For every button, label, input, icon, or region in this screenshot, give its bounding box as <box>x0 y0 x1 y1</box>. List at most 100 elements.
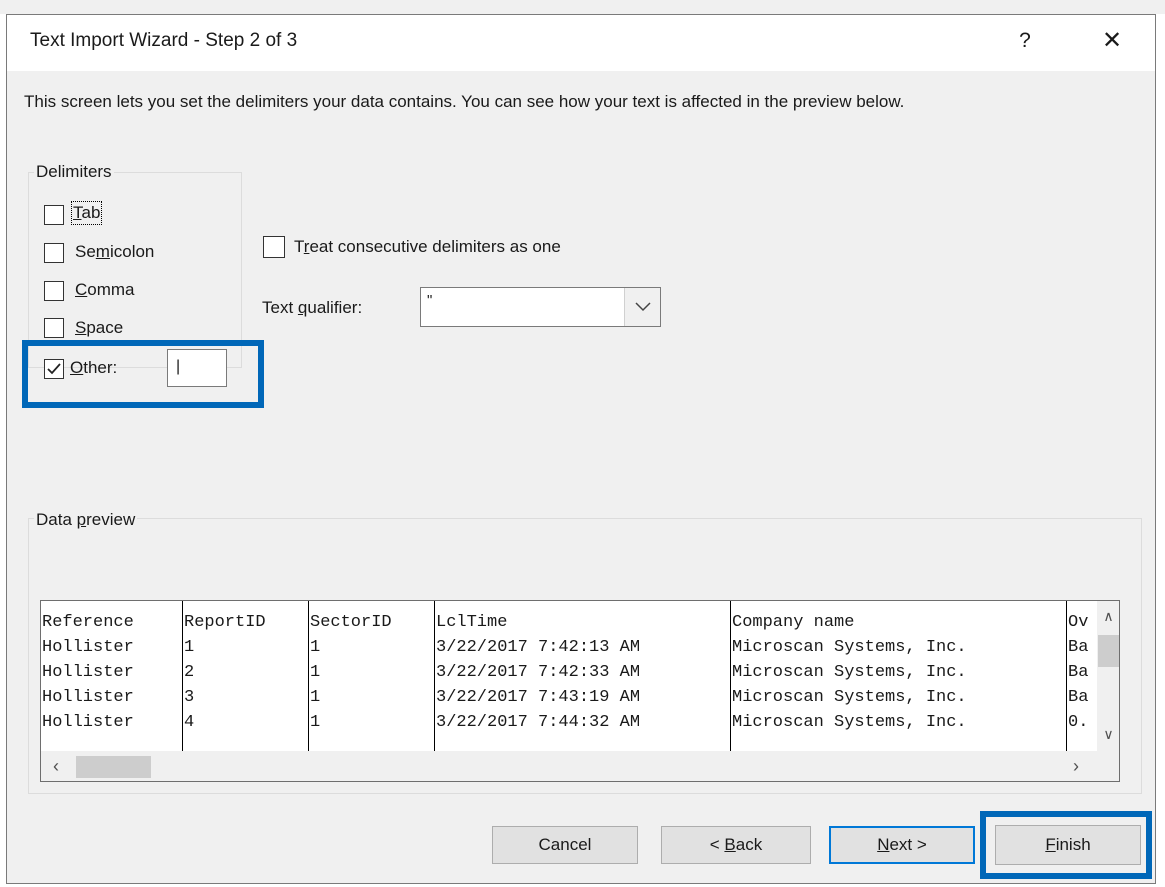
preview-row: Hollister 3 1 3/22/2017 7:43:19 AM Micro… <box>41 686 1088 709</box>
preview-cell: Microscan Systems, Inc. <box>732 638 967 657</box>
label-accesskey: F <box>1045 835 1056 854</box>
preview-cell: 3 <box>184 688 195 707</box>
label-part: eat consecutive delimiters as one <box>309 237 561 256</box>
text-qualifier-label: Text qualifier: <box>262 298 362 318</box>
delimiters-group-label: Delimiters <box>34 162 114 182</box>
scroll-right-arrow-icon[interactable]: › <box>1065 755 1087 777</box>
label-accesskey: O <box>70 358 84 377</box>
preview-header-cell: ReportID <box>184 613 266 632</box>
data-preview-group-label: Data preview <box>34 510 138 530</box>
label-part: icolon <box>109 242 155 261</box>
scroll-left-arrow-icon[interactable]: ‹ <box>45 755 67 777</box>
next-button[interactable]: Next > <box>829 826 975 864</box>
window-title: Text Import Wizard - Step 2 of 3 <box>30 30 298 51</box>
other-checkbox-label[interactable]: Other: <box>70 358 117 378</box>
label-part: ext > <box>889 835 927 854</box>
text-qualifier-select[interactable]: " <box>420 287 661 327</box>
comma-checkbox-label[interactable]: Comma <box>75 280 135 300</box>
help-button[interactable]: ? <box>1010 24 1040 58</box>
label-part: ab <box>81 203 101 222</box>
text-qualifier-dropdown-button[interactable] <box>624 288 660 326</box>
back-button[interactable]: < Back <box>661 826 811 864</box>
label-part: < <box>709 835 725 854</box>
label-part: pace <box>86 318 124 337</box>
label-accesskey: q <box>297 298 308 317</box>
preview-header-cell: Company name <box>732 613 855 632</box>
preview-row: Hollister 4 1 3/22/2017 7:44:32 AM Micro… <box>41 711 1088 734</box>
preview-cell: 0. <box>1068 713 1089 732</box>
tab-checkbox-label[interactable]: Tab <box>70 201 103 225</box>
cancel-button[interactable]: Cancel <box>492 826 638 864</box>
tab-checkbox[interactable] <box>44 205 64 225</box>
preview-cell: 3/22/2017 7:44:32 AM <box>436 713 641 732</box>
preview-cell: 4 <box>184 713 195 732</box>
label-accesskey: S <box>75 318 87 337</box>
close-icon[interactable]: ✕ <box>1102 27 1122 54</box>
label-part: Text <box>262 298 298 317</box>
space-checkbox-label[interactable]: Space <box>75 318 123 338</box>
label-accesskey: m <box>95 242 110 261</box>
label-part: ther: <box>83 358 118 377</box>
label-part: ualifier: <box>307 298 363 317</box>
preview-header-row: Reference ReportID SectorID LclTime Comp… <box>41 611 1088 634</box>
preview-cell: 3/22/2017 7:42:13 AM <box>436 638 641 657</box>
preview-cell: 1 <box>184 638 195 657</box>
preview-header-cell: Reference <box>42 613 134 632</box>
preview-cell: Ba <box>1068 663 1089 682</box>
label-accesskey: N <box>877 835 890 854</box>
preview-cell: 1 <box>310 663 321 682</box>
label-part: T <box>294 237 304 256</box>
delimiters-group <box>28 172 242 368</box>
preview-cell: Ba <box>1068 688 1089 707</box>
preview-cell: 1 <box>310 688 321 707</box>
preview-header-cell: SectorID <box>310 613 392 632</box>
scroll-up-arrow-icon[interactable]: ∧ <box>1097 605 1119 627</box>
semicolon-checkbox[interactable] <box>44 243 64 263</box>
consecutive-delimiters-label[interactable]: Treat consecutive delimiters as one <box>294 237 561 257</box>
consecutive-delimiters-checkbox[interactable] <box>263 236 285 258</box>
label-part: Se <box>75 242 96 261</box>
scroll-down-arrow-icon[interactable]: ∨ <box>1097 723 1119 745</box>
preview-cell: Ba <box>1068 638 1089 657</box>
label-accesskey: B <box>724 835 736 854</box>
other-delimiter-input[interactable]: | <box>167 349 227 387</box>
preview-cell: 3/22/2017 7:42:33 AM <box>436 663 641 682</box>
background-strip <box>0 0 1165 14</box>
preview-viewport: Reference ReportID SectorID LclTime Comp… <box>41 601 1097 751</box>
label-accesskey: p <box>76 510 87 529</box>
horizontal-scrollbar[interactable]: ‹ › <box>41 751 1119 781</box>
preview-cell: Microscan Systems, Inc. <box>732 663 967 682</box>
preview-cell: 3/22/2017 7:43:19 AM <box>436 688 641 707</box>
horizontal-scrollbar-thumb[interactable] <box>76 756 151 778</box>
data-preview-grid[interactable]: Reference ReportID SectorID LclTime Comp… <box>40 600 1120 782</box>
preview-cell: 1 <box>310 713 321 732</box>
vertical-scrollbar-thumb[interactable] <box>1098 635 1119 667</box>
finish-button[interactable]: Finish <box>995 825 1141 865</box>
close-button[interactable]: ✕ <box>1092 24 1132 58</box>
preview-cell: 2 <box>184 663 195 682</box>
label-part: review <box>86 510 136 529</box>
label-accesskey: C <box>75 280 88 299</box>
comma-checkbox[interactable] <box>44 281 64 301</box>
space-checkbox[interactable] <box>44 318 64 338</box>
chevron-down-icon <box>635 302 651 312</box>
label-accesskey: T <box>73 203 82 222</box>
preview-cell: Hollister <box>42 688 134 707</box>
preview-cell: Hollister <box>42 713 134 732</box>
preview-cell: Hollister <box>42 638 134 657</box>
preview-row: Hollister 2 1 3/22/2017 7:42:33 AM Micro… <box>41 661 1088 684</box>
other-checkbox[interactable] <box>44 359 64 379</box>
preview-cell: 1 <box>310 638 321 657</box>
preview-row: Hollister 1 1 3/22/2017 7:42:13 AM Micro… <box>41 636 1088 659</box>
preview-cell: Hollister <box>42 663 134 682</box>
preview-cell: Microscan Systems, Inc. <box>732 713 967 732</box>
vertical-scrollbar[interactable]: ∧ ∨ <box>1097 601 1119 751</box>
label-part: inish <box>1055 835 1091 854</box>
label-part: ack <box>735 835 763 854</box>
instructions-text: This screen lets you set the delimiters … <box>24 92 905 111</box>
text-qualifier-value: " <box>427 292 433 309</box>
preview-header-cell: LclTime <box>436 613 508 632</box>
preview-cell: Microscan Systems, Inc. <box>732 688 967 707</box>
semicolon-checkbox-label[interactable]: Semicolon <box>75 242 154 262</box>
label-part: Data <box>36 510 77 529</box>
